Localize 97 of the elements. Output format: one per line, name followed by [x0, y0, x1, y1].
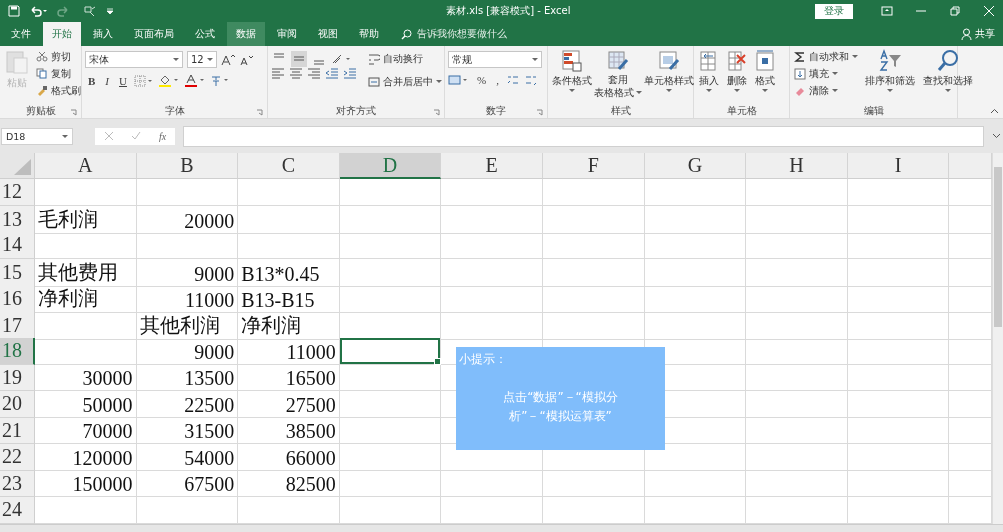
merge-center-button[interactable]: 合并后居中	[367, 74, 443, 89]
number-format-field[interactable]: 常规	[448, 51, 542, 68]
grid-cell[interactable]: 20000	[136, 205, 239, 234]
column-header[interactable]: A	[35, 153, 137, 179]
grid-cell[interactable]: 50000	[35, 391, 137, 418]
grid-cell[interactable]: 66000	[238, 444, 340, 471]
sort-filter-button[interactable]: 排序和筛选	[863, 49, 917, 92]
row-header[interactable]: 24	[0, 497, 35, 524]
conditional-formatting-button[interactable]: 条件格式	[551, 49, 593, 92]
delete-cells-button[interactable]: 删除	[725, 49, 749, 92]
copy-button[interactable]: 复制	[35, 66, 82, 81]
grid-cell[interactable]: 11000	[238, 338, 340, 365]
underline-button[interactable]: U	[116, 74, 130, 87]
find-select-button[interactable]: 查找和选择	[921, 49, 975, 92]
grid-cell[interactable]: 9000	[136, 258, 239, 287]
column-header[interactable]: B	[136, 153, 239, 179]
column-header[interactable]: C	[238, 153, 340, 179]
column-header[interactable]: G	[644, 153, 747, 179]
grid-cell[interactable]: 38500	[238, 417, 340, 444]
group-label: 对齐方式	[336, 104, 376, 118]
font-size-field[interactable]: 12	[187, 51, 217, 68]
grid-cell[interactable]: 净利润	[35, 285, 137, 313]
sign-in-button[interactable]: 登录	[815, 3, 853, 19]
italic-button[interactable]: I	[102, 74, 112, 87]
autosum-button[interactable]: 自动求和	[793, 49, 859, 64]
grid-cell[interactable]: 82500	[238, 470, 340, 497]
insert-cells-button[interactable]: 插入	[697, 49, 721, 92]
ribbon-tab[interactable]: 页面布局	[125, 22, 183, 46]
grid-cell[interactable]: 67500	[136, 470, 239, 497]
row-header[interactable]: 12	[0, 179, 35, 206]
ribbon-tab[interactable]: 帮助	[350, 22, 388, 46]
group-label: 数字	[486, 104, 506, 118]
format-cells-button[interactable]: 格式	[753, 49, 777, 92]
grid-cell[interactable]: 54000	[136, 444, 239, 471]
row-header[interactable]: 15	[0, 258, 35, 287]
format-as-table-button[interactable]: 套用 表格格式	[593, 49, 643, 98]
group-label: 剪贴板	[25, 104, 56, 118]
bold-button[interactable]: B	[85, 74, 99, 87]
window-title: 素材.xls [兼容模式] - Excel	[445, 4, 572, 18]
grid-cell[interactable]: 11000	[136, 285, 239, 313]
row-header[interactable]: 20	[0, 391, 35, 418]
column-header[interactable]: E	[441, 153, 543, 179]
group-label: 编辑	[863, 104, 884, 118]
format-painter-button[interactable]: 格式刷	[35, 83, 82, 98]
name-box[interactable]: D18	[1, 127, 73, 145]
row-header[interactable]: 16	[0, 285, 35, 313]
grid-cell[interactable]: 70000	[35, 417, 137, 444]
row-header[interactable]: 17	[0, 311, 35, 340]
tip-text: 点击“数据”－“模拟分析”－“模拟运算表”	[502, 389, 619, 426]
group-label: 字体	[164, 104, 185, 118]
ribbon-tab[interactable]: 文件	[2, 22, 40, 46]
grid-cell[interactable]: 9000	[136, 338, 239, 365]
row-header[interactable]: 21	[0, 417, 35, 444]
percent-button[interactable]: %	[474, 74, 490, 86]
fill-button[interactable]: 填充	[793, 66, 859, 81]
grid-cell[interactable]: 其他利润	[136, 311, 239, 340]
grid-cell[interactable]: 13500	[136, 364, 239, 391]
comma-button[interactable]: ,	[493, 74, 502, 86]
ribbon-tab[interactable]: 插入	[84, 22, 122, 46]
ribbon-tab[interactable]: 公式	[186, 22, 224, 46]
grid-cell[interactable]: 其他费用	[35, 258, 137, 287]
grid-cell[interactable]: B13*0.45	[238, 258, 340, 287]
row-header[interactable]: 13	[0, 205, 35, 234]
row-header[interactable]: 19	[0, 364, 35, 391]
ribbon-tab[interactable]: 开始	[43, 22, 81, 46]
column-header[interactable]: F	[542, 153, 645, 179]
ribbon-tab[interactable]: 数据	[227, 22, 265, 46]
tip-title: 小提示：	[459, 351, 508, 368]
column-header[interactable]: I	[847, 153, 950, 179]
grid-cell[interactable]: 净利润	[238, 311, 340, 340]
insert-function-button[interactable]: fx	[159, 130, 167, 142]
ribbon-tab[interactable]: 审阅	[268, 22, 306, 46]
font-name-field[interactable]: 宋体	[85, 51, 183, 68]
grid-cell[interactable]: 31500	[136, 417, 239, 444]
clear-button[interactable]: 清除	[793, 83, 859, 98]
grid-cell[interactable]: 毛利润	[35, 205, 137, 234]
cell-styles-button[interactable]: 单元格样式	[643, 49, 695, 92]
column-header[interactable]: H	[746, 153, 848, 179]
cut-button[interactable]: 剪切	[35, 49, 82, 64]
row-header[interactable]: 14	[0, 232, 35, 259]
grid-cell[interactable]: 16500	[238, 364, 340, 391]
tell-me-search[interactable]: 告诉我你想要做什么	[401, 22, 507, 46]
ribbon-tab[interactable]: 视图	[309, 22, 347, 46]
grid-cell[interactable]: 120000	[35, 444, 137, 471]
group-label: 样式	[610, 104, 631, 118]
grid-cell[interactable]: 27500	[238, 391, 340, 418]
group-label: 单元格	[726, 104, 757, 118]
grid-cell[interactable]: 22500	[136, 391, 239, 418]
grid-cell[interactable]: B13-B15	[238, 285, 340, 313]
row-header[interactable]: 18	[0, 338, 35, 365]
grid-cell[interactable]: 150000	[35, 470, 137, 497]
grid-cell[interactable]: 30000	[35, 364, 137, 391]
wrap-text-button[interactable]: 自动换行	[367, 51, 443, 66]
column-header[interactable]: D	[339, 153, 442, 179]
row-header[interactable]: 23	[0, 470, 35, 497]
row-header[interactable]: 22	[0, 444, 35, 471]
share-button[interactable]: 共享	[953, 22, 1003, 46]
